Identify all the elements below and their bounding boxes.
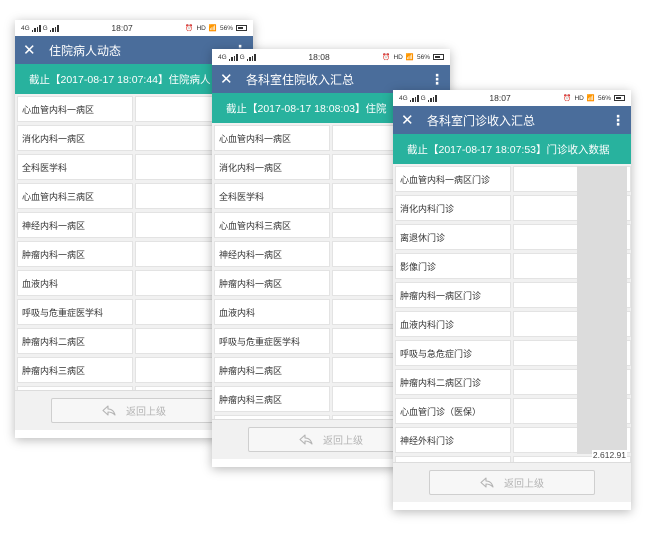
department-name: 心血管门诊（医保） (395, 398, 511, 424)
more-vert-icon[interactable]: ⋮ (430, 71, 444, 88)
network-type: 4G (21, 24, 30, 32)
status-time: 18:08 (308, 52, 330, 62)
title-bar: ✕ 各科室住院收入汇总 ⋮ (212, 65, 450, 93)
status-bar: 4G G 18:07 ⏰ HD 📶 56% (393, 90, 631, 106)
value-column-overlay (577, 166, 627, 454)
close-icon[interactable]: ✕ (23, 43, 41, 58)
back-button-label: 返回上级 (323, 436, 363, 447)
title-bar: ✕ 各科室门诊收入汇总 ⋮ (393, 106, 631, 134)
phone-screen-outpatient-revenue: 4G G 18:07 ⏰ HD 📶 56% ✕ 各科室门诊收入汇总 ⋮ 截止【2… (393, 90, 631, 510)
battery-percent: 56% (219, 24, 233, 32)
department-name: 肿瘤内科二病区 (214, 357, 330, 383)
department-name: 肿瘤内科二病区 (17, 328, 133, 354)
department-name: 心血管内科一病区门诊 (395, 166, 511, 192)
department-name: 血液内科 (214, 299, 330, 325)
department-name: 全科医学科 (214, 183, 330, 209)
back-arrow-icon (102, 405, 116, 416)
department-name: 呼吸与危重症医学科 (17, 299, 133, 325)
department-name: 肿瘤内科三病区 (17, 357, 133, 383)
partial-value: 2.612.91 (591, 450, 627, 460)
department-name: 心血管内科三病区 (214, 212, 330, 238)
footer-bar: 返回上级 (393, 462, 631, 502)
signal-icon-2 (427, 94, 437, 102)
status-bar: 4G G 18:08 ⏰ HD 📶 56% (212, 49, 450, 65)
department-name: 离退休门诊 (395, 224, 511, 250)
department-name: 神经外科门诊 (395, 427, 511, 453)
department-name: 消化内科一病区 (214, 154, 330, 180)
status-time: 18:07 (111, 23, 133, 33)
signal-indicator: 4G G (218, 53, 256, 61)
alarm-icon: ⏰ (563, 95, 572, 102)
back-button[interactable]: 返回上级 (429, 470, 595, 495)
department-name: 肿瘤内科二病区门诊 (395, 369, 511, 395)
back-arrow-icon (299, 434, 313, 445)
signal-indicator: 4G G (21, 24, 59, 32)
department-name: 血液内科门诊 (395, 311, 511, 337)
department-list[interactable]: 心血管内科一病区门诊 消化内科门诊 离退休门诊影像门诊肿瘤内科一病区门诊 血液内科门诊… (393, 164, 631, 462)
back-button-label: 返回上级 (504, 479, 544, 490)
signal-icon-2 (49, 24, 59, 32)
department-name: 心血管内科一病区 (17, 96, 133, 122)
wifi-icon: 📶 (586, 95, 595, 102)
department-name: 心血管内科一病区 (214, 125, 330, 151)
department-name: 神经内科一病区 (17, 212, 133, 238)
signal-icon (409, 94, 419, 102)
page-title: 住院病人动态 (49, 43, 122, 58)
department-name: 血液内科 (17, 270, 133, 296)
hd-badge: HD (393, 53, 403, 61)
signal-indicator: 4G G (399, 94, 437, 102)
alarm-icon: ⏰ (382, 54, 391, 61)
signal-icon-2 (246, 53, 256, 61)
network-type: 4G (218, 53, 227, 61)
department-name: 呼吸与危重症医学科 (214, 328, 330, 354)
close-icon[interactable]: ✕ (401, 113, 419, 128)
back-button-label: 返回上级 (126, 407, 166, 418)
page-title: 各科室门诊收入汇总 (427, 113, 536, 128)
battery-percent: 56% (597, 94, 611, 102)
hd-badge: HD (574, 94, 584, 102)
battery-icon (432, 54, 444, 60)
back-arrow-icon (480, 477, 494, 488)
wifi-icon: 📶 (208, 25, 217, 32)
signal-icon (228, 53, 238, 61)
back-button[interactable]: 返回上级 (248, 427, 414, 452)
department-name: 消化内科门诊 (395, 195, 511, 221)
network-type-2: G (420, 94, 426, 102)
as-of-banner: 截止【2017-08-17 18:07:53】门诊收入数据 (393, 134, 631, 164)
department-name: 肿瘤内科三病区 (214, 386, 330, 412)
department-name: 影像门诊 (395, 253, 511, 279)
department-name: 普胸外科一病区 (17, 386, 133, 390)
department-name: 肿瘤内科一病区 (214, 270, 330, 296)
status-right: ⏰ HD 📶 56% (382, 53, 444, 61)
department-name: 普胸外科一病区 (214, 415, 330, 419)
department-name: 心血管内科三病区 (17, 183, 133, 209)
alarm-icon: ⏰ (185, 25, 194, 32)
network-type-2: G (239, 53, 245, 61)
department-name: 呼吸与急危症门诊 (395, 340, 511, 366)
status-right: ⏰ HD 📶 56% (185, 24, 247, 32)
signal-icon (31, 24, 41, 32)
department-name: 消化内科一病区 (17, 125, 133, 151)
department-name: 全科医学科 (17, 154, 133, 180)
back-button[interactable]: 返回上级 (51, 398, 217, 423)
department-name: 肿瘤内科一病区 (17, 241, 133, 267)
hd-badge: HD (196, 24, 206, 32)
close-icon[interactable]: ✕ (220, 72, 238, 87)
more-vert-icon[interactable]: ⋮ (611, 112, 625, 129)
status-right: ⏰ HD 📶 56% (563, 94, 625, 102)
page-title: 各科室住院收入汇总 (246, 72, 355, 87)
wifi-icon: 📶 (405, 54, 414, 61)
status-bar: 4G G 18:07 ⏰ HD 📶 56% (15, 20, 253, 36)
status-time: 18:07 (489, 93, 511, 103)
department-name: 心脏外科门诊 (395, 456, 511, 462)
network-type-2: G (42, 24, 48, 32)
department-name: 神经内科一病区 (214, 241, 330, 267)
department-name: 肿瘤内科一病区门诊 (395, 282, 511, 308)
network-type: 4G (399, 94, 408, 102)
battery-icon (613, 95, 625, 101)
battery-percent: 56% (416, 53, 430, 61)
battery-icon (235, 25, 247, 31)
